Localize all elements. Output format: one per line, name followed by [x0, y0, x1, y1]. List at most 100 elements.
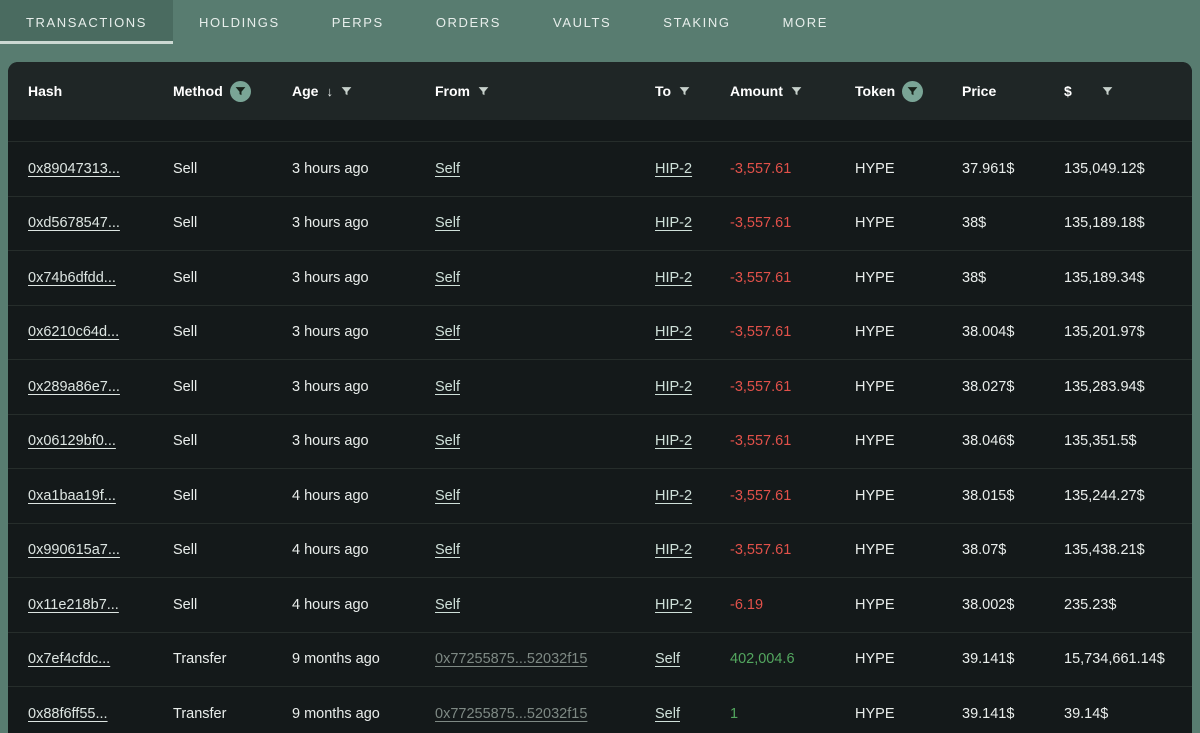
price-cell-wrap: 38.004$ — [962, 324, 1064, 340]
tab-label: PERPS — [332, 15, 384, 30]
hash-link-wrap: 0x06129bf0... — [28, 433, 173, 449]
age-cell: 9 months ago — [292, 651, 380, 667]
price-cell: 38.002$ — [962, 597, 1014, 613]
to-link[interactable]: HIP-2 — [655, 215, 692, 231]
hash-link[interactable]: 0x89047313... — [28, 161, 120, 177]
age-cell-wrap: 3 hours ago — [292, 270, 435, 286]
column-label: To — [655, 83, 671, 99]
to-link[interactable]: HIP-2 — [655, 542, 692, 558]
price-cell-wrap: 38.027$ — [962, 379, 1064, 395]
tab-label: MORE — [783, 15, 828, 30]
usd-value-cell-wrap: 135,049.12$ — [1064, 161, 1192, 177]
from-link[interactable]: 0x77255875...52032f15 — [435, 706, 587, 722]
from-link[interactable]: Self — [435, 488, 460, 504]
sort-desc-icon[interactable]: ↓ — [326, 84, 333, 99]
from-link[interactable]: Self — [435, 597, 460, 613]
filter-icon[interactable] — [790, 85, 803, 98]
amount-cell: 1 — [730, 706, 738, 722]
method-cell: Sell — [173, 270, 197, 286]
to-link-wrap: HIP-2 — [655, 433, 730, 449]
tab-orders[interactable]: ORDERS — [410, 0, 527, 44]
tab-staking[interactable]: STAKING — [637, 0, 756, 44]
price-cell: 38.027$ — [962, 379, 1014, 395]
method-cell: Sell — [173, 433, 197, 449]
price-cell: 38.004$ — [962, 324, 1014, 340]
to-link-wrap: HIP-2 — [655, 270, 730, 286]
token-cell: HYPE — [855, 488, 895, 504]
age-cell: 3 hours ago — [292, 379, 369, 395]
from-link-wrap: Self — [435, 270, 655, 286]
table-row: 0x89047313...Sell3 hours agoSelfHIP-2-3,… — [8, 141, 1192, 196]
hash-link[interactable]: 0xa1baa19f... — [28, 488, 116, 504]
table-row: 0xd5678547...Sell3 hours agoSelfHIP-2-3,… — [8, 196, 1192, 251]
to-link[interactable]: Self — [655, 706, 680, 722]
method-cell: Sell — [173, 324, 197, 340]
to-link[interactable]: HIP-2 — [655, 161, 692, 177]
transactions-table-card: HashMethodAge↓FromToAmountTokenPrice$ 0x… — [8, 62, 1192, 733]
filter-icon[interactable] — [902, 81, 923, 102]
amount-cell-wrap: -3,557.61 — [730, 324, 855, 340]
method-cell: Sell — [173, 597, 197, 613]
hash-link[interactable]: 0x74b6dfdd... — [28, 270, 116, 286]
hash-link[interactable]: 0x7ef4cfdc... — [28, 651, 110, 667]
from-link[interactable]: Self — [435, 324, 460, 340]
filter-icon[interactable] — [230, 81, 251, 102]
price-cell: 38.046$ — [962, 433, 1014, 449]
token-cell: HYPE — [855, 379, 895, 395]
hash-link-wrap: 0x6210c64d... — [28, 324, 173, 340]
to-link-wrap: HIP-2 — [655, 379, 730, 395]
method-cell: Sell — [173, 161, 197, 177]
to-link[interactable]: HIP-2 — [655, 433, 692, 449]
from-link[interactable]: Self — [435, 379, 460, 395]
column-header-price: Price — [962, 83, 1064, 99]
method-cell: Sell — [173, 488, 197, 504]
table-row: 0x74b6dfdd... Sell 3 hours agoSelf HIP-2 -3,… — [8, 250, 1192, 305]
from-link[interactable]: Self — [435, 215, 460, 231]
hash-link[interactable]: 0x6210c64d... — [28, 324, 119, 340]
tab-perps[interactable]: PERPS — [306, 0, 410, 44]
from-link[interactable]: Self — [435, 161, 460, 177]
usd-value-cell: 135,189.18$ — [1064, 215, 1145, 231]
from-link[interactable]: 0x77255875...52032f15 — [435, 651, 587, 667]
price-cell: 39.141$ — [962, 706, 1014, 722]
to-link[interactable]: Self — [655, 651, 680, 667]
age-cell-wrap: 4 hours ago — [292, 542, 435, 558]
from-link[interactable]: Self — [435, 270, 460, 286]
table-row: 0xa1baa19f...Sell4 hours agoSelfHIP-2-3,… — [8, 468, 1192, 523]
tab-vaults[interactable]: VAULTS — [527, 0, 637, 44]
filter-icon[interactable] — [678, 85, 691, 98]
usd-value-cell: 39.14$ — [1064, 706, 1108, 722]
amount-cell-wrap: 1 — [730, 706, 855, 722]
hash-link[interactable]: 0x990615a7... — [28, 542, 120, 558]
hash-link-wrap: 0x89047313... — [28, 161, 173, 177]
table-row: 0x11e218b7...Sell4 hours agoSelfHIP-2-6.… — [8, 577, 1192, 632]
filter-icon[interactable] — [477, 85, 490, 98]
tab-more[interactable]: MORE — [757, 0, 854, 44]
tab-transactions[interactable]: TRANSACTIONS — [0, 0, 173, 44]
hash-link[interactable]: 0x11e218b7... — [28, 597, 119, 613]
to-link[interactable]: HIP-2 — [655, 379, 692, 395]
to-link[interactable]: HIP-2 — [655, 270, 692, 286]
column-label: Age — [292, 83, 318, 99]
filter-icon[interactable] — [340, 85, 353, 98]
to-link[interactable]: HIP-2 — [655, 488, 692, 504]
column-label: Hash — [28, 83, 62, 99]
from-link[interactable]: Self — [435, 433, 460, 449]
to-link[interactable]: HIP-2 — [655, 324, 692, 340]
column-header-from: From — [435, 83, 655, 99]
method-cell: Sell — [173, 379, 197, 395]
to-link-wrap: HIP-2 — [655, 542, 730, 558]
hash-link[interactable]: 0x06129bf0... — [28, 433, 116, 449]
to-link[interactable]: HIP-2 — [655, 597, 692, 613]
from-link[interactable]: Self — [435, 542, 460, 558]
tab-holdings[interactable]: HOLDINGS — [173, 0, 306, 44]
method-cell-wrap: Sell — [173, 433, 292, 449]
amount-cell-wrap: -3,557.61 — [730, 270, 855, 286]
hash-link-wrap: 0x88f6ff55... — [28, 706, 173, 722]
price-cell: 39.141$ — [962, 651, 1014, 667]
tab-label: TRANSACTIONS — [26, 15, 147, 30]
hash-link[interactable]: 0x289a86e7... — [28, 379, 120, 395]
hash-link[interactable]: 0x88f6ff55... — [28, 706, 108, 722]
hash-link[interactable]: 0xd5678547... — [28, 215, 120, 231]
filter-icon[interactable] — [1101, 85, 1114, 98]
